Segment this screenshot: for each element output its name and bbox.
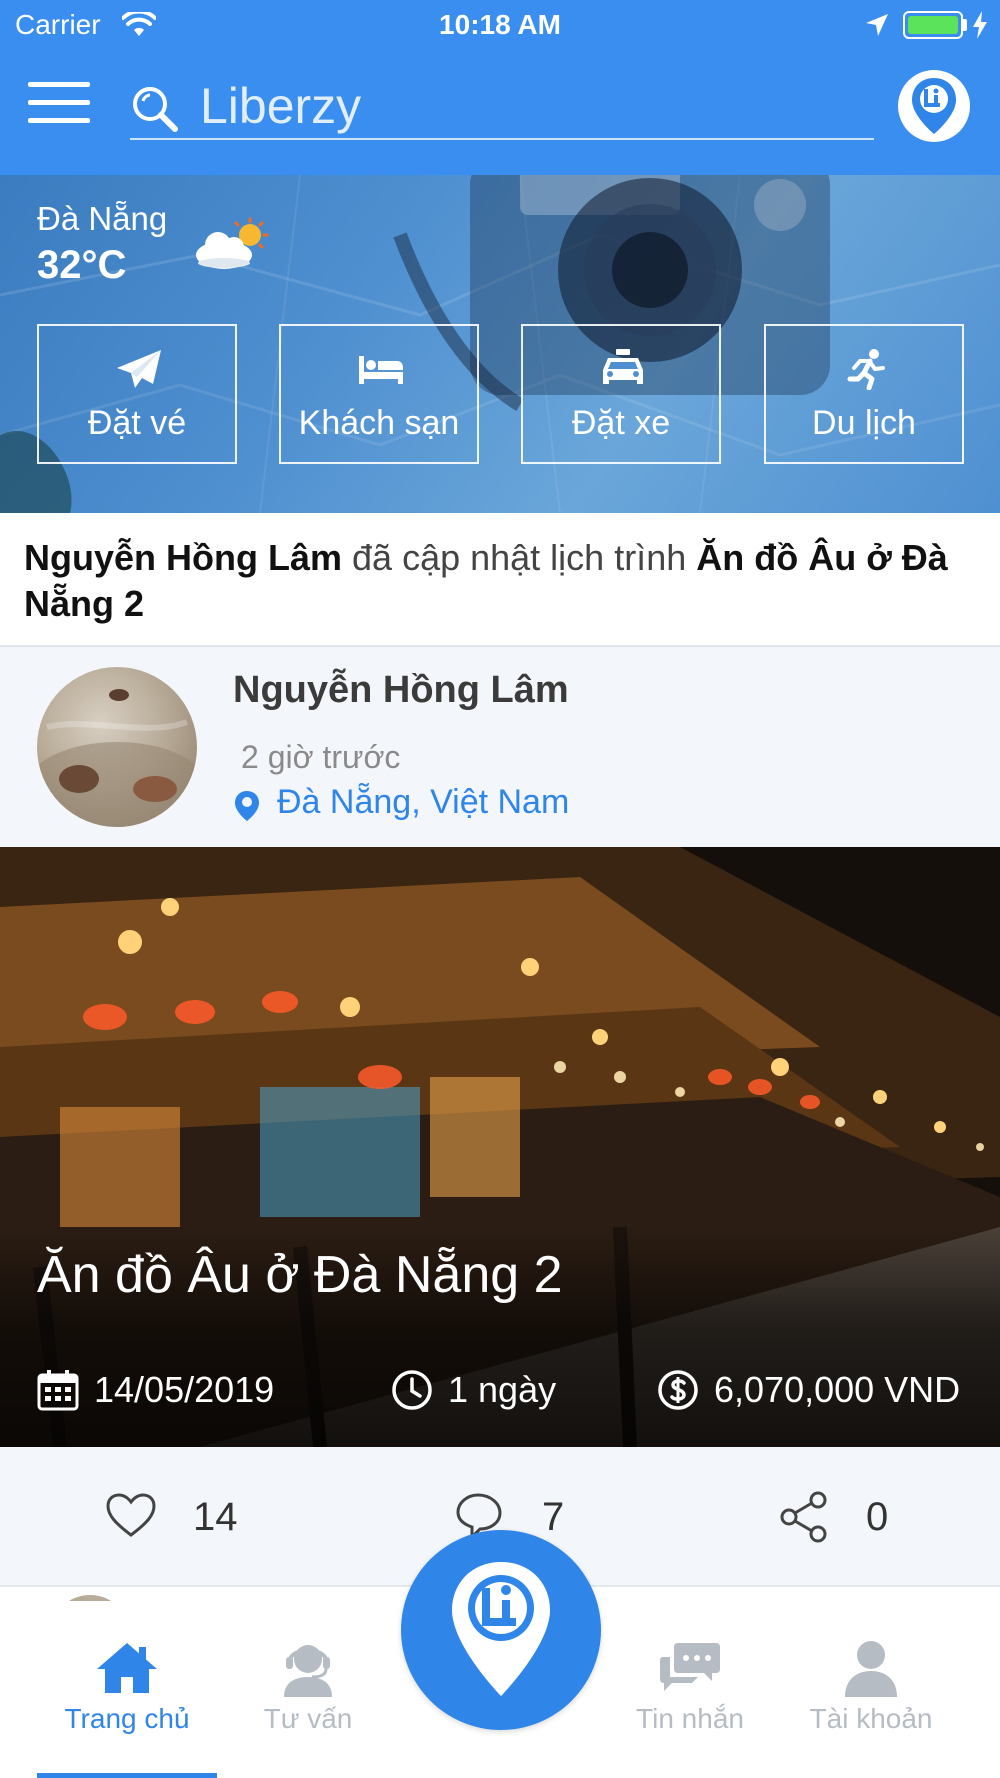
share-icon	[780, 1491, 827, 1543]
chat-bubbles-icon	[660, 1643, 720, 1691]
clock-icon	[392, 1370, 432, 1410]
home-banner: Đà Nẵng 32°C Đặt vé Khách sạn Đặt xe Du …	[0, 175, 1000, 513]
activity-actor: Nguyễn Hồng Lâm	[24, 537, 343, 578]
tab-account[interactable]: Tài khoản	[781, 1639, 961, 1749]
taxi-icon	[603, 349, 643, 384]
share-count: 0	[866, 1495, 889, 1539]
paper-plane-icon	[117, 350, 161, 388]
post-author-name[interactable]: Nguyễn Hồng Lâm	[233, 669, 569, 712]
battery-icon	[903, 11, 963, 39]
charging-bolt-icon	[973, 11, 987, 39]
active-tab-indicator	[37, 1773, 217, 1778]
post-location[interactable]: Đà Nẵng, Việt Nam	[277, 783, 569, 822]
home-icon	[97, 1643, 157, 1693]
trip-title: Ăn đồ Âu ở Đà Nẵng 2	[37, 1246, 563, 1304]
weather-temperature: 32°C	[37, 243, 127, 287]
service-book-ticket-button[interactable]: Đặt vé	[37, 324, 237, 464]
service-label: Đặt xe	[571, 404, 671, 442]
tab-consult[interactable]: Tư vấn	[218, 1639, 398, 1749]
app-header: Carrier 10:18 AM	[0, 0, 1000, 175]
status-bar: Carrier 10:18 AM	[0, 0, 1000, 50]
avatar[interactable]	[37, 667, 197, 827]
liberzy-center-button[interactable]	[401, 1530, 601, 1730]
dollar-coin-icon	[658, 1370, 698, 1410]
service-car-button[interactable]: Đặt xe	[521, 324, 721, 464]
service-hotel-button[interactable]: Khách sạn	[279, 324, 479, 464]
partly-cloudy-icon	[196, 217, 269, 269]
activity-action: đã cập nhật lịch trình	[342, 537, 697, 578]
search-bar[interactable]	[130, 72, 874, 140]
bed-icon	[359, 356, 403, 384]
trip-date-value: 14/05/2019	[94, 1369, 275, 1410]
location-arrow-icon	[866, 14, 888, 36]
calendar-icon	[37, 1370, 79, 1411]
post-header: Nguyễn Hồng Lâm 2 giờ trước Đà Nẵng, Việ…	[0, 647, 1000, 847]
menu-icon[interactable]	[28, 82, 90, 124]
tab-label: Tài khoản	[809, 1703, 933, 1734]
trip-cover-photo[interactable]: Ăn đồ Âu ở Đà Nẵng 2 14/05/2019 1 ngày 6…	[0, 847, 1000, 1447]
like-count: 14	[193, 1495, 238, 1539]
running-person-icon	[847, 349, 885, 390]
trip-cost-value: 6,070,000 VND	[714, 1369, 961, 1410]
search-icon	[133, 87, 178, 132]
tab-messages[interactable]: Tin nhắn	[600, 1639, 780, 1749]
liberzy-pin-icon	[452, 1562, 550, 1696]
support-agent-icon	[284, 1645, 332, 1697]
weather-city: Đà Nẵng	[37, 200, 168, 237]
heart-icon	[106, 1493, 156, 1537]
tab-home[interactable]: Trang chủ	[37, 1639, 217, 1749]
location-pin-icon	[235, 791, 259, 821]
tab-label: Tin nhắn	[636, 1703, 744, 1734]
user-icon	[845, 1641, 897, 1697]
service-label: Du lịch	[812, 404, 916, 442]
post-time-ago: 2 giờ trước	[241, 739, 401, 775]
liberzy-pin-icon	[912, 78, 956, 134]
liberzy-logo-button[interactable]	[898, 70, 970, 142]
service-label: Khách sạn	[298, 404, 460, 442]
status-time: 10:18 AM	[439, 9, 561, 40]
service-travel-button[interactable]: Du lịch	[764, 324, 964, 464]
comment-count: 7	[542, 1495, 565, 1539]
activity-notice[interactable]: Nguyễn Hồng Lâm đã cập nhật lịch trình Ă…	[0, 513, 1000, 647]
search-input[interactable]	[200, 78, 860, 134]
tab-label: Trang chủ	[64, 1703, 190, 1734]
tab-label: Tư vấn	[263, 1703, 353, 1734]
battery-tip	[963, 19, 967, 31]
service-label: Đặt vé	[87, 404, 187, 442]
trip-duration-value: 1 ngày	[448, 1369, 557, 1410]
